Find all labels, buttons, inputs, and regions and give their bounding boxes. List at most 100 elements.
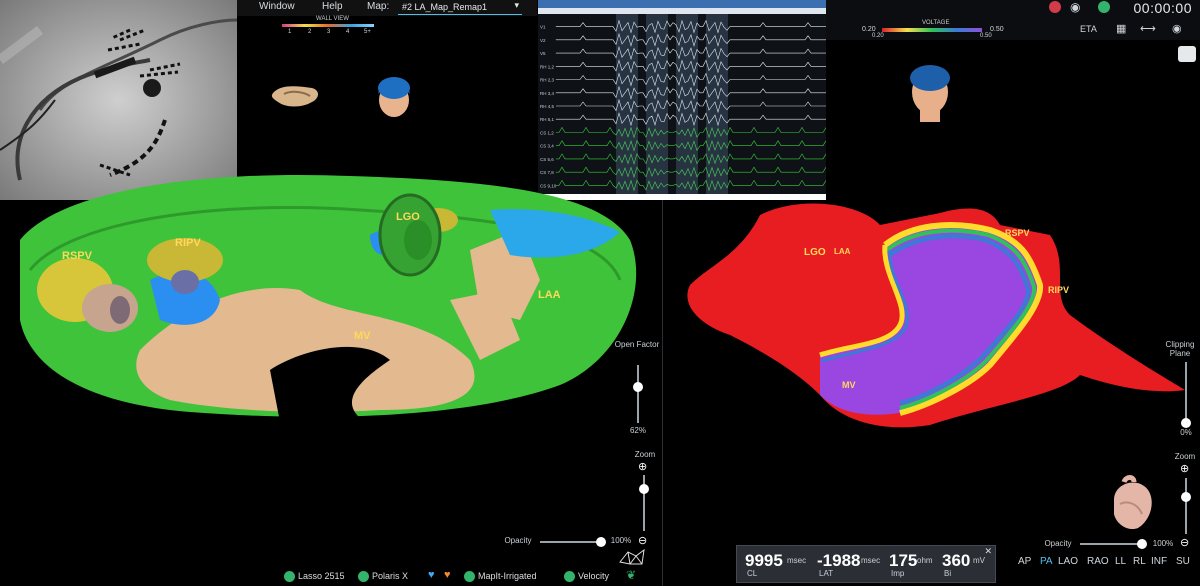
egm-channel-label: V1 [540, 25, 546, 30]
zoom-out-icon-right[interactable]: ⊖ [1180, 536, 1189, 549]
map-selector[interactable]: #2 LA_Map_Remap1 ▾ [398, 0, 522, 14]
map-label: Map: [367, 1, 390, 12]
view-button-inf[interactable]: INF [1151, 556, 1167, 567]
voltage-min: 0.20 [862, 26, 876, 33]
voltage-title: VOLTAGE [922, 20, 950, 26]
wall-view-legend: WALL VIEW 1 2 3 4 5+ [282, 16, 374, 38]
orientation-heart-icon [271, 86, 318, 107]
view-button-ll[interactable]: LL [1115, 556, 1126, 567]
view-button-ap[interactable]: AP [1018, 556, 1031, 567]
zoom-knob-right[interactable] [1181, 492, 1191, 502]
egm-channel-label: RH 1,2 [540, 64, 555, 69]
zoom-out-icon-left[interactable]: ⊖ [638, 534, 647, 547]
egm-channel-label: RH 2,3 [540, 78, 555, 83]
lungs-icon: ❦ [626, 568, 637, 582]
measurement-readout: 9995 msec CL -1988 msec LAT 175 ohm Imp … [736, 545, 996, 583]
label-ripv: RIPV [175, 237, 201, 249]
zoom-in-icon-left[interactable]: ⊕ [638, 460, 647, 473]
egm-channel-label: V2 [540, 38, 546, 43]
mapit-check-icon [464, 571, 475, 582]
imp-value: 175 [889, 551, 918, 570]
open-factor-label: Open Factor [614, 340, 660, 349]
right-label-laa: LAA [834, 247, 851, 256]
status-ok-icon[interactable] [1098, 1, 1110, 13]
egm-channel-label: V5 [540, 51, 546, 56]
right-label-ripv: RIPV [1048, 285, 1070, 295]
opacity-knob-right[interactable] [1137, 539, 1147, 549]
left-atrial-map-3d[interactable] [0, 160, 660, 430]
view-button-rao[interactable]: RAO [1087, 556, 1109, 567]
clipping-slider[interactable] [1185, 362, 1187, 426]
view-button-lao[interactable]: LAO [1058, 556, 1078, 567]
egm-channel-label: RH 5,1 [540, 117, 555, 122]
view-button-rl[interactable]: RL [1133, 556, 1146, 567]
open-factor-knob[interactable] [633, 382, 643, 392]
right-label-lgo: LGO [804, 247, 826, 258]
open-factor-slider[interactable] [637, 365, 639, 423]
eye-icon[interactable]: ◉ [1172, 22, 1182, 35]
wall-view-title: WALL VIEW [316, 16, 349, 22]
voltage-max2: 0.50 [980, 33, 992, 39]
arrows-icon[interactable]: ⟷ [1140, 22, 1156, 35]
opacity-label-right: Opacity [1044, 539, 1072, 548]
close-icon[interactable]: ✕ [984, 546, 992, 557]
opacity-slider-left[interactable] [540, 541, 602, 543]
menu-help[interactable]: Help [322, 1, 343, 12]
label-rspv: RSPV [62, 250, 92, 262]
lat-value: -1988 [817, 551, 861, 570]
clipping-knob[interactable] [1181, 418, 1191, 428]
opacity-slider-right[interactable] [1080, 543, 1142, 545]
egm-channel-label: RH 3,4 [540, 91, 555, 96]
mesh-icon[interactable] [618, 548, 646, 566]
right-label-rspv: RSPV [1005, 228, 1030, 238]
heart-orientation-icon[interactable] [1104, 474, 1160, 532]
zoom-label-right: Zoom [1174, 452, 1196, 461]
right-label-mv: MV [842, 380, 856, 390]
grid-icon[interactable]: ▦ [1116, 22, 1126, 35]
egm-channel-label: CS 3,4 [540, 144, 554, 149]
voltage-map-3d[interactable] [670, 195, 1190, 435]
cl-unit: msec [787, 556, 807, 565]
lat-unit: msec [861, 556, 881, 565]
opacity-knob-left[interactable] [596, 537, 606, 547]
zoom-label-left: Zoom [634, 450, 656, 459]
signal-icon[interactable]: ◉ [1070, 0, 1080, 14]
status-lasso[interactable]: Lasso 2515 [298, 571, 345, 581]
egm-channel-label: CS 1,2 [540, 130, 554, 135]
cl-label: CL [747, 569, 758, 578]
egm-burst-band [706, 14, 728, 194]
zoom-knob-left[interactable] [639, 484, 649, 494]
menu-window[interactable]: Window [259, 1, 295, 12]
status-mapit[interactable]: MapIt-Irrigated [478, 571, 537, 581]
status-velocity[interactable]: Velocity [578, 571, 609, 581]
zoom-in-icon-right[interactable]: ⊕ [1180, 462, 1189, 475]
heart-orange-icon: ♥ [444, 569, 451, 581]
polaris-check-icon [358, 571, 369, 582]
clipping-plane-label: Clipping Plane [1165, 340, 1195, 358]
opacity-label-left: Opacity [504, 536, 532, 545]
lasso-check-icon [284, 571, 295, 582]
egm-burst-band [676, 14, 698, 194]
voltage-max: 0.50 [990, 26, 1004, 33]
open-factor-value: 62% [629, 426, 646, 435]
label-mv: MV [354, 330, 371, 342]
label-laa: LAA [538, 289, 561, 301]
voltage-min2: 0.20 [872, 33, 884, 39]
view-button-su[interactable]: SU [1176, 556, 1190, 567]
chevron-down-icon: ▾ [514, 0, 519, 10]
head-orientation-right-icon [910, 65, 950, 122]
heart-blue-icon: ♥ [428, 569, 435, 581]
imp-unit: ohm [917, 556, 933, 565]
map-selector-underline [398, 14, 522, 15]
bi-unit: mV [973, 556, 985, 565]
wall-view-tick-1: 1 [288, 29, 292, 35]
view-button-pa[interactable]: PA [1040, 556, 1053, 567]
wall-view-gradient [282, 24, 374, 27]
pane-divider [662, 200, 663, 586]
record-icon[interactable] [1049, 1, 1061, 13]
status-polaris[interactable]: Polaris X [372, 571, 408, 581]
wall-view-tick-5: 5+ [364, 29, 371, 35]
zoom-slider-right[interactable] [1185, 478, 1187, 534]
eta-dropdown[interactable]: ETA [1080, 24, 1097, 34]
map-select-value: #2 LA_Map_Remap1 [402, 2, 488, 12]
